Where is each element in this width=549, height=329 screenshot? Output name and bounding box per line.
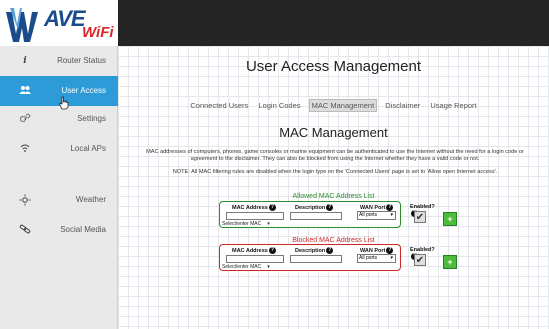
tab-mac-management[interactable]: MAC Management	[308, 99, 378, 112]
sun-icon	[18, 194, 32, 206]
mac-select-dropdown[interactable]: Select/enter MAC ▾	[222, 264, 270, 270]
help-icon[interactable]: ?	[386, 204, 394, 211]
add-allowed-mac-button[interactable]: +	[443, 212, 457, 226]
enabled-checkbox[interactable]: ✔	[414, 254, 426, 266]
description-input[interactable]	[290, 255, 342, 263]
description-header: Description?	[295, 247, 334, 254]
page-title: User Access Management	[245, 58, 422, 75]
wifi-icon	[18, 143, 32, 155]
gears-icon	[18, 113, 32, 125]
mac-address-input[interactable]	[226, 212, 284, 220]
help-icon[interactable]: ?	[326, 247, 334, 254]
tab-login-codes[interactable]: Login Codes	[256, 100, 302, 111]
allowed-list-caption: Allowed MAC Address List	[292, 193, 375, 200]
wan-port-select[interactable]: All ports ▾	[357, 211, 396, 220]
blocked-mac-list: MAC Address? Description? WAN Port? Enab…	[219, 244, 457, 271]
users-icon	[18, 85, 32, 97]
tab-usage-report[interactable]: Usage Report	[428, 100, 478, 111]
sidebar-item-router-status[interactable]: i Router Status	[0, 46, 118, 76]
description-header: Description?	[295, 204, 334, 211]
tab-disclaimer[interactable]: Disclaimer	[383, 100, 422, 111]
logo[interactable]: AVE WiFi	[0, 0, 118, 46]
sidebar-item-label: User Access	[61, 86, 106, 95]
wan-port-select[interactable]: All ports ▾	[357, 254, 396, 263]
sidebar: i Router Status User Access Settings Loc…	[0, 46, 118, 329]
top-bar: AVE WiFi	[0, 0, 549, 46]
sidebar-item-label: Local APs	[70, 144, 106, 153]
sidebar-item-local-aps[interactable]: Local APs	[0, 134, 118, 164]
sidebar-item-label: Router Status	[57, 56, 106, 65]
link-icon	[18, 224, 32, 236]
hand-cursor-icon	[59, 96, 69, 110]
mac-select-dropdown[interactable]: Select/enter MAC ▾	[222, 221, 270, 227]
wan-port-header: WAN Port?	[360, 247, 394, 254]
wave-logo-icon	[6, 8, 38, 42]
logo-subtext: WiFi	[82, 24, 114, 41]
mac-address-input[interactable]	[226, 255, 284, 263]
mac-address-header: MAC Address?	[232, 204, 276, 211]
main-content	[118, 46, 549, 329]
sidebar-item-social-media[interactable]: Social Media	[0, 215, 118, 245]
wan-port-header: WAN Port?	[360, 204, 394, 211]
help-icon[interactable]: ?	[268, 204, 276, 211]
section-title: MAC Management	[279, 125, 388, 140]
tab-connected-users[interactable]: Connected Users	[188, 100, 250, 111]
allowed-mac-list: MAC Address? Description? WAN Port? Enab…	[219, 201, 457, 228]
description-text: MAC addresses of computers, phones, game…	[146, 149, 524, 162]
sidebar-item-label: Weather	[75, 195, 106, 204]
description-input[interactable]	[290, 212, 342, 220]
sidebar-item-label: Settings	[77, 114, 106, 123]
tab-bar: Connected Users Login Codes MAC Manageme…	[118, 99, 549, 112]
blocked-list-caption: Blocked MAC Address List	[292, 237, 375, 244]
sidebar-item-weather[interactable]: Weather	[0, 185, 118, 215]
help-icon[interactable]: ?	[386, 247, 394, 254]
enabled-checkbox[interactable]: ✔	[414, 211, 426, 223]
help-icon[interactable]: ?	[326, 204, 334, 211]
info-icon: i	[23, 56, 27, 66]
note-text: NOTE: All MAC filtering rules are disabl…	[172, 169, 498, 175]
logo-text: AVE	[44, 6, 86, 31]
chevron-down-icon: ▾	[390, 212, 393, 218]
sidebar-item-label: Social Media	[60, 225, 106, 234]
help-icon[interactable]: ?	[268, 247, 276, 254]
mac-address-header: MAC Address?	[232, 247, 276, 254]
chevron-down-icon: ▾	[390, 255, 393, 261]
add-blocked-mac-button[interactable]: +	[443, 255, 457, 269]
